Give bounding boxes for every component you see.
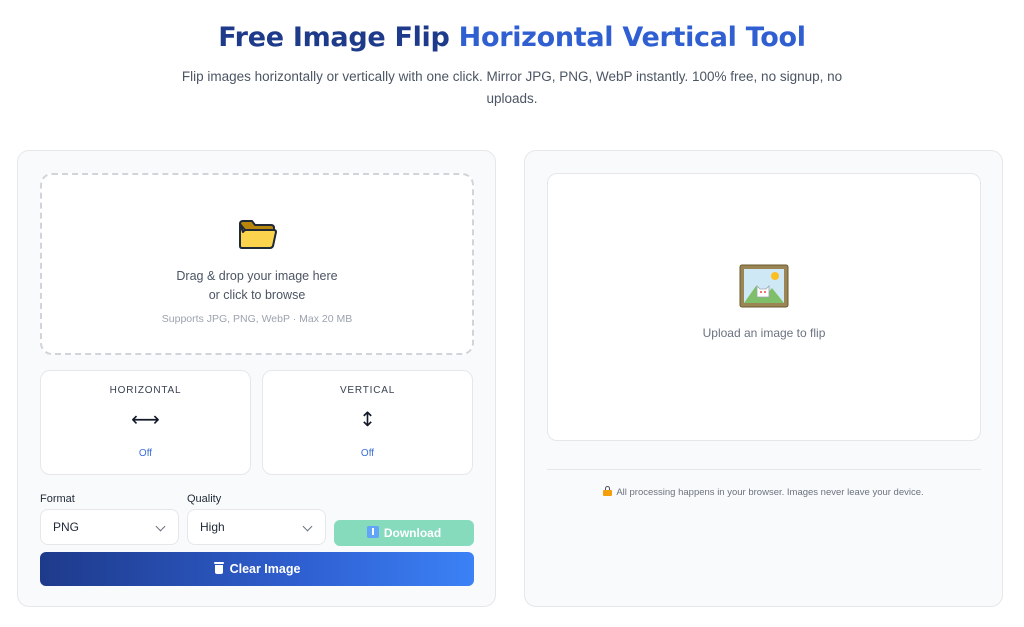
folder-icon (239, 220, 277, 249)
flip-horizontal-label: HORIZONTAL (109, 385, 182, 396)
flip-vertical-label: VERTICAL (339, 385, 396, 396)
preview-placeholder-text: Upload an image to flip (702, 326, 826, 340)
flip-horizontal-toggle[interactable]: HORIZONTAL ⟷ Off (40, 370, 251, 475)
privacy-text: All processing happens in your browser. … (616, 487, 924, 498)
preview-area: Upload an image to flip (547, 173, 981, 441)
title-part-1: Free Image Flip (218, 22, 459, 53)
preview-panel: Upload an image to flip All processing h… (524, 150, 1003, 607)
flip-horizontal-state: Off (138, 448, 153, 459)
upload-dropzone[interactable]: Drag & drop your image here or click to … (40, 173, 474, 355)
page-subtitle: Flip images horizontally or vertically w… (181, 69, 843, 106)
chevron-down-icon (155, 521, 166, 532)
horizontal-arrow-icon: ⟷ (131, 407, 160, 431)
trash-icon (213, 562, 224, 574)
dropzone-primary-text: Drag & drop your image here (176, 269, 338, 283)
controls-panel: Drag & drop your image here or click to … (17, 150, 496, 607)
privacy-note: All processing happens in your browser. … (525, 486, 1002, 498)
chevron-down-icon (302, 521, 313, 532)
title-part-2: Horizontal Vertical Tool (458, 22, 806, 53)
clear-image-button-label: Clear Image (229, 562, 301, 576)
page-title: Free Image Flip Horizontal Vertical Tool (0, 22, 1024, 53)
divider (547, 469, 981, 470)
dropzone-hint: Supports JPG, PNG, WebP · Max 20 MB (161, 313, 353, 325)
download-icon (366, 526, 379, 538)
format-select-value: PNG (53, 520, 80, 534)
quality-select-value: High (200, 520, 225, 534)
flip-vertical-toggle[interactable]: VERTICAL ↕ Off (262, 370, 473, 475)
download-button-label: Download (383, 526, 442, 540)
format-select[interactable]: PNG (40, 509, 179, 545)
quality-select[interactable]: High (187, 509, 326, 545)
quality-label: Quality (187, 493, 222, 505)
picture-frame-icon (739, 264, 789, 308)
format-label: Format (40, 493, 75, 505)
clear-image-button[interactable]: Clear Image (40, 552, 474, 586)
download-button[interactable]: Download (334, 520, 474, 546)
lock-icon (603, 486, 613, 496)
vertical-arrow-icon: ↕ (359, 407, 376, 431)
flip-vertical-state: Off (360, 448, 375, 459)
dropzone-secondary-text: or click to browse (208, 288, 306, 302)
